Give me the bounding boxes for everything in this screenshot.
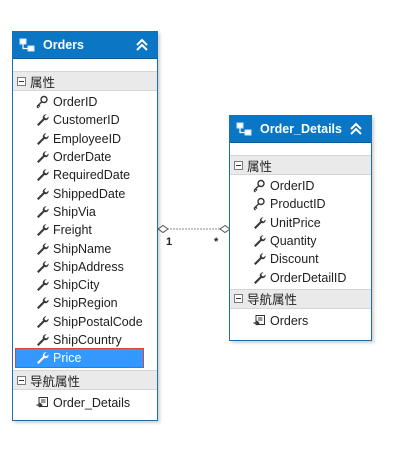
property-row-discount[interactable]: Discount xyxy=(230,250,371,268)
property-name: OrderDate xyxy=(53,150,112,165)
collapse-toggle-icon[interactable] xyxy=(17,76,26,86)
property-row-shippostalcode[interactable]: ShipPostalCode xyxy=(13,313,157,331)
wrench-icon xyxy=(37,114,49,127)
property-row-shipvia[interactable]: ShipVia xyxy=(13,203,157,221)
multiplicity-many: * xyxy=(214,236,219,248)
wrench-icon xyxy=(37,316,49,328)
navigation-property-icon xyxy=(36,396,48,408)
property-name: UnitPrice xyxy=(270,215,321,230)
property-name: ShipName xyxy=(53,241,112,256)
wrench-icon xyxy=(37,352,49,365)
navigation-section-label: 导航属性 xyxy=(247,293,298,308)
property-name: CustomerID xyxy=(53,113,120,128)
property-row-shipcountry[interactable]: ShipCountry xyxy=(13,331,157,349)
properties-section-header[interactable]: 属性 xyxy=(13,71,157,91)
wrench-icon xyxy=(37,151,49,164)
property-row-requireddate[interactable]: RequiredDate xyxy=(13,166,157,184)
property-row-customerid[interactable]: CustomerID xyxy=(13,111,157,129)
property-name: ShipCountry xyxy=(53,333,122,347)
property-name: ShipPostalCode xyxy=(53,314,143,329)
collapse-chevron-icon[interactable] xyxy=(347,120,365,138)
entity-header-order-details[interactable]: Order_Details xyxy=(230,116,371,143)
property-row-employeeid[interactable]: EmployeeID xyxy=(13,130,157,148)
wrench-icon xyxy=(37,297,49,310)
property-row-productid[interactable]: ProductID xyxy=(230,195,371,213)
key-property-icon xyxy=(253,179,265,193)
collapse-toggle-icon[interactable] xyxy=(234,160,243,170)
property-name: EmployeeID xyxy=(53,131,122,146)
property-row-orderdate[interactable]: OrderDate xyxy=(13,148,157,166)
nav-property-order-details[interactable]: Order_Details xyxy=(13,393,157,411)
properties-section-header[interactable]: 属性 xyxy=(230,155,371,175)
property-row-shippeddate[interactable]: ShippedDate xyxy=(13,184,157,202)
wrench-icon xyxy=(37,188,49,200)
nav-property-orders[interactable]: Orders xyxy=(230,312,371,330)
property-name: ProductID xyxy=(270,197,326,212)
property-row-unitprice[interactable]: UnitPrice xyxy=(230,214,371,232)
properties-section-label: 属性 xyxy=(247,159,273,174)
entity-orders[interactable]: Orders 属性 OrderID CustomerID EmployeeID xyxy=(12,31,158,421)
entity-title: Orders xyxy=(43,38,84,52)
entity-type-icon xyxy=(19,38,35,52)
multiplicity-one: 1 xyxy=(166,236,173,248)
wrench-icon xyxy=(37,224,49,237)
property-name: Quantity xyxy=(270,234,317,249)
nav-property-name: Order_Details xyxy=(53,395,131,410)
property-name: ShipCity xyxy=(53,278,100,293)
wrench-icon xyxy=(37,279,49,292)
wrench-icon xyxy=(37,261,49,273)
key-property-icon xyxy=(253,198,265,211)
property-name: ShipAddress xyxy=(53,259,124,274)
wrench-icon xyxy=(254,253,266,266)
entity-header-orders[interactable]: Orders xyxy=(13,32,157,59)
property-row-orderid[interactable]: OrderID xyxy=(230,177,371,195)
property-name: Freight xyxy=(53,223,92,238)
property-name: OrderID xyxy=(270,179,315,194)
nav-property-name: Orders xyxy=(270,313,309,328)
property-row-freight[interactable]: Freight xyxy=(13,221,157,239)
wrench-icon xyxy=(254,272,266,284)
navigation-section-label: 导航属性 xyxy=(30,374,81,389)
property-row-shipcity[interactable]: ShipCity xyxy=(13,276,157,294)
property-name: OrderDetailID xyxy=(270,270,347,285)
collapse-toggle-icon[interactable] xyxy=(234,294,243,304)
wrench-icon xyxy=(37,169,49,182)
navigation-section-header[interactable]: 导航属性 xyxy=(230,288,371,309)
property-row-shipaddress[interactable]: ShipAddress xyxy=(13,258,157,276)
property-name: RequiredDate xyxy=(53,168,131,183)
wrench-icon xyxy=(37,133,49,145)
property-name: Discount xyxy=(270,252,319,267)
association-end-orders xyxy=(157,224,169,234)
property-row-price[interactable]: Price xyxy=(15,348,144,369)
navigation-property-icon xyxy=(253,314,265,326)
entity-order-details[interactable]: Order_Details 属性 OrderID ProductID UnitP… xyxy=(229,115,372,341)
navigation-section-header[interactable]: 导航属性 xyxy=(13,370,157,391)
property-row-orderdetailid[interactable]: OrderDetailID xyxy=(230,268,371,286)
property-name: ShipVia xyxy=(53,204,96,219)
wrench-icon xyxy=(37,242,49,255)
property-name: ShippedDate xyxy=(53,186,126,201)
property-name: OrderID xyxy=(53,95,98,110)
collapse-toggle-icon[interactable] xyxy=(17,375,26,385)
key-property-icon xyxy=(36,95,48,109)
entity-title: Order_Details xyxy=(260,122,342,136)
entity-type-icon xyxy=(236,122,252,136)
property-name: ShipRegion xyxy=(53,296,118,311)
wrench-icon xyxy=(254,235,266,248)
wrench-icon xyxy=(37,334,49,346)
property-row-shipregion[interactable]: ShipRegion xyxy=(13,294,157,312)
property-row-orderid[interactable]: OrderID xyxy=(13,93,157,111)
property-row-quantity[interactable]: Quantity xyxy=(230,232,371,250)
properties-section-label: 属性 xyxy=(30,75,56,90)
collapse-chevron-icon[interactable] xyxy=(133,36,151,54)
property-row-shipname[interactable]: ShipName xyxy=(13,239,157,257)
property-name: Price xyxy=(53,351,82,366)
wrench-icon xyxy=(254,217,266,229)
wrench-icon xyxy=(37,206,49,218)
